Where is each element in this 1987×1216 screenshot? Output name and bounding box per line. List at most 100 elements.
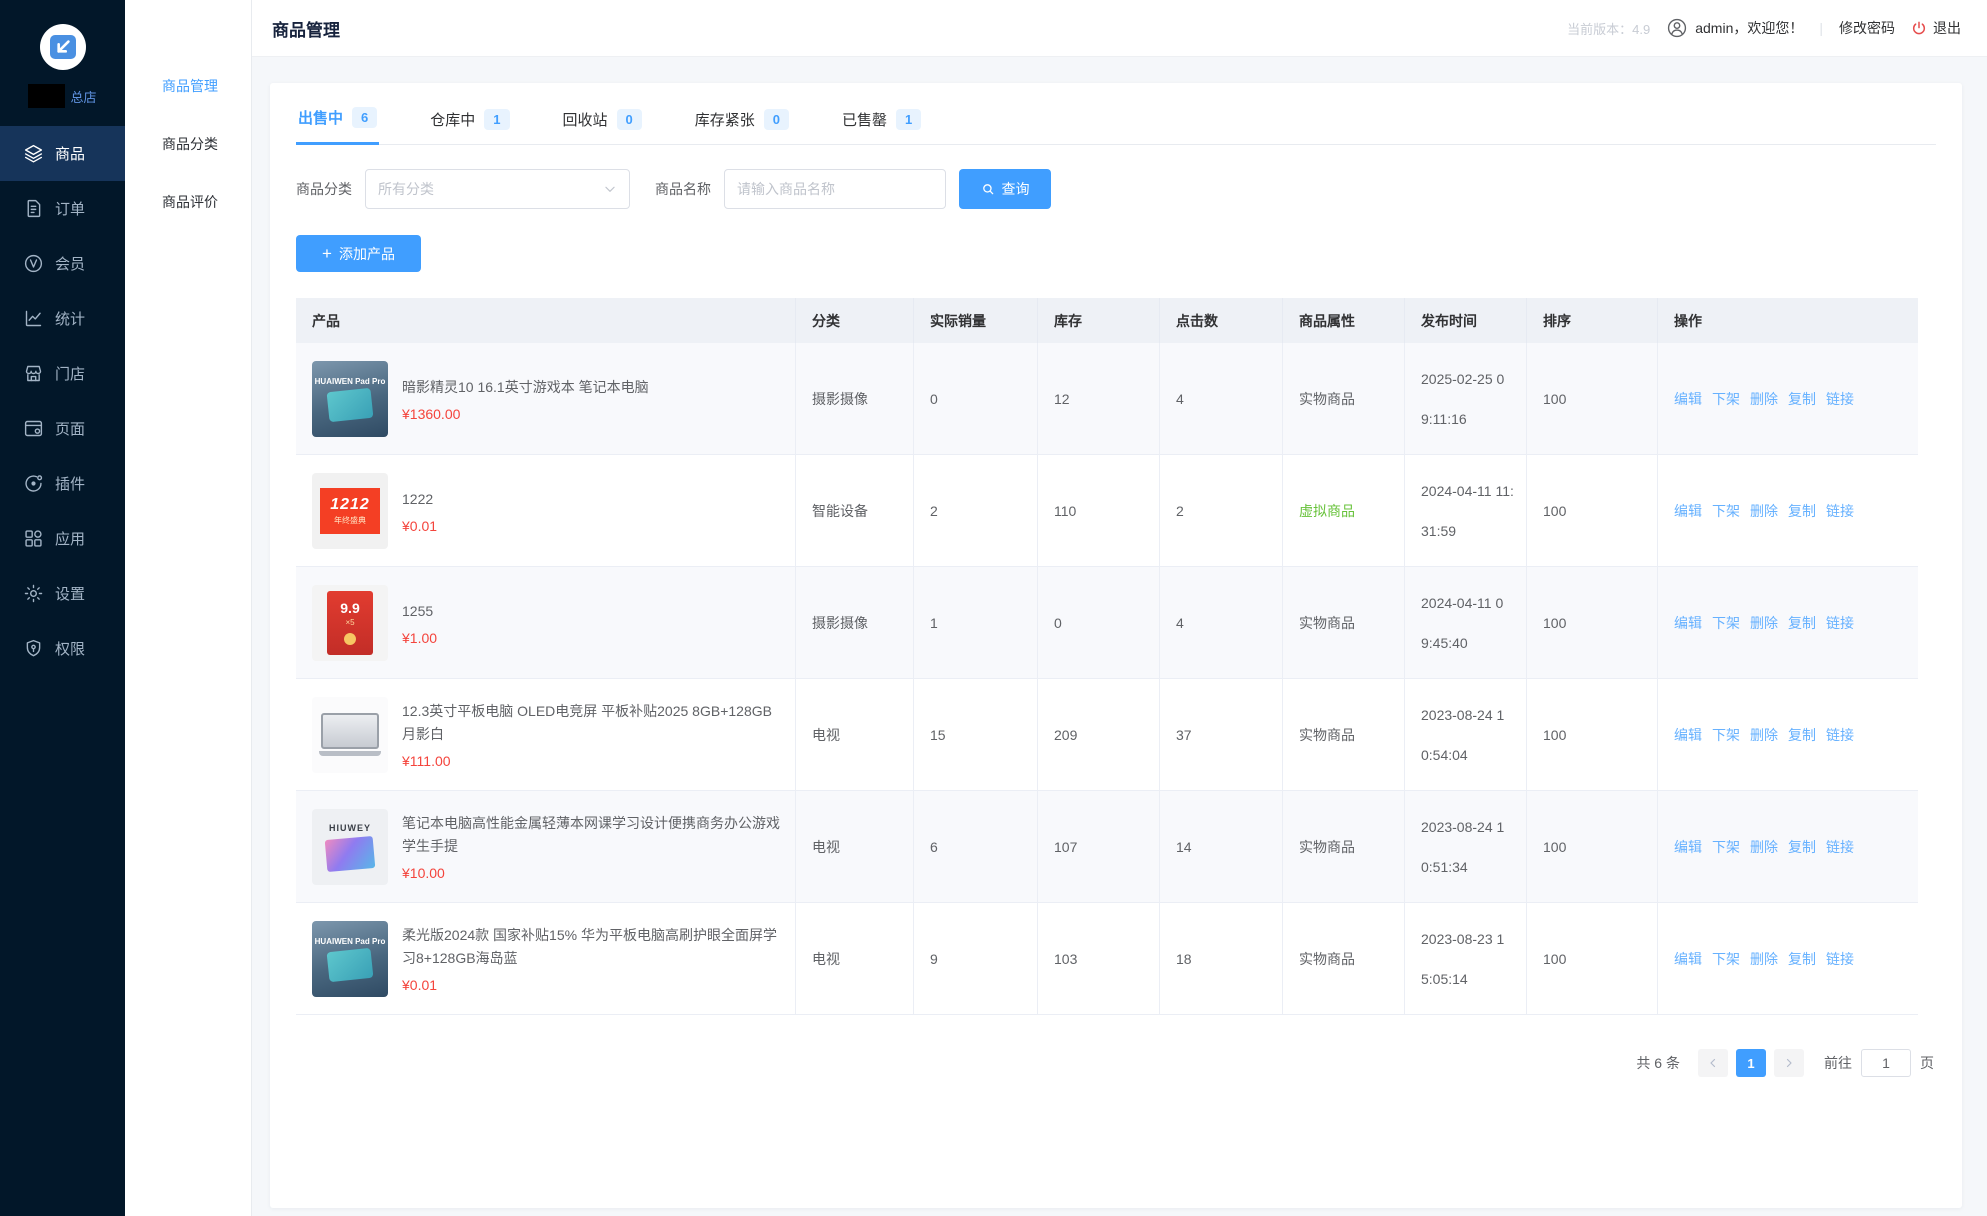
- row-action-0[interactable]: 编辑: [1674, 837, 1702, 857]
- app-logo: [0, 0, 125, 70]
- attribute-cell: 实物商品: [1283, 567, 1405, 678]
- category-cell: 电视: [796, 903, 914, 1014]
- row-action-2[interactable]: 删除: [1750, 949, 1778, 969]
- publish-date: 2024-04-11 11:: [1421, 483, 1514, 499]
- permissions-icon: [23, 638, 44, 659]
- row-action-4[interactable]: 链接: [1826, 389, 1854, 409]
- publish-time: 9:11:16: [1421, 411, 1467, 427]
- submenu-item-2[interactable]: 商品评价: [125, 173, 251, 231]
- user-menu[interactable]: admin，欢迎您！: [1666, 17, 1803, 39]
- row-action-2[interactable]: 删除: [1750, 501, 1778, 521]
- sort-cell: 100: [1527, 343, 1658, 454]
- actions-cell: 编辑下架删除复制链接: [1658, 791, 1918, 902]
- row-action-0[interactable]: 编辑: [1674, 389, 1702, 409]
- category-filter-label: 商品分类: [296, 179, 352, 199]
- products-table: 产品分类实际销量库存点击数商品属性发布时间排序操作 HUAIWEN Pad Pr…: [296, 298, 1918, 1015]
- sidebar-item-label: 会员: [55, 253, 85, 274]
- prev-page-button[interactable]: [1698, 1049, 1728, 1077]
- product-price: ¥0.01: [402, 518, 437, 534]
- apps-icon: [23, 528, 44, 549]
- product-thumbnail: 1212年终盛典: [312, 473, 388, 549]
- stock-cell: 110: [1038, 455, 1160, 566]
- tab-3[interactable]: 库存紧张0: [693, 101, 791, 145]
- sales-cell: 9: [914, 903, 1038, 1014]
- attribute-cell: 虚拟商品: [1283, 455, 1405, 566]
- store-selector[interactable]: 总店: [0, 70, 125, 126]
- sidebar-item-label: 统计: [55, 308, 85, 329]
- submenu-item-1[interactable]: 商品分类: [125, 115, 251, 173]
- category-select[interactable]: 所有分类: [365, 169, 630, 209]
- sidebar-item-permissions[interactable]: 权限: [0, 621, 125, 676]
- row-action-3[interactable]: 复制: [1788, 501, 1816, 521]
- row-action-3[interactable]: 复制: [1788, 837, 1816, 857]
- row-action-1[interactable]: 下架: [1712, 501, 1740, 521]
- sidebar-item-label: 订单: [55, 198, 85, 219]
- publish-time: 0:54:04: [1421, 747, 1468, 763]
- sidebar-item-label: 应用: [55, 528, 85, 549]
- row-action-0[interactable]: 编辑: [1674, 949, 1702, 969]
- logout-button[interactable]: 退出: [1911, 18, 1961, 38]
- publish-date: 2023-08-24 1: [1421, 707, 1504, 723]
- sidebar-item-orders[interactable]: 订单: [0, 181, 125, 236]
- row-action-4[interactable]: 链接: [1826, 725, 1854, 745]
- sidebar-item-products[interactable]: 商品: [0, 126, 125, 181]
- row-action-4[interactable]: 链接: [1826, 837, 1854, 857]
- submenu-item-0[interactable]: 商品管理: [125, 57, 251, 115]
- chevron-left-icon: [1707, 1057, 1719, 1069]
- tab-count-badge: 1: [484, 109, 509, 130]
- tab-2[interactable]: 回收站0: [561, 101, 644, 145]
- tab-0[interactable]: 出售中6: [296, 101, 379, 145]
- publish-time: 9:45:40: [1421, 635, 1468, 651]
- row-action-2[interactable]: 删除: [1750, 389, 1778, 409]
- column-header-4: 点击数: [1160, 298, 1283, 343]
- add-product-button[interactable]: + 添加产品: [296, 235, 421, 272]
- row-action-4[interactable]: 链接: [1826, 501, 1854, 521]
- row-action-2[interactable]: 删除: [1750, 613, 1778, 633]
- row-action-2[interactable]: 删除: [1750, 725, 1778, 745]
- attribute-cell: 实物商品: [1283, 343, 1405, 454]
- row-action-0[interactable]: 编辑: [1674, 501, 1702, 521]
- sidebar-item-pages[interactable]: 页面: [0, 401, 125, 456]
- goto-page-input[interactable]: [1861, 1049, 1911, 1077]
- next-page-button[interactable]: [1774, 1049, 1804, 1077]
- sidebar-item-settings[interactable]: 设置: [0, 566, 125, 621]
- page-number-current[interactable]: 1: [1736, 1049, 1766, 1077]
- sidebar-item-stores[interactable]: 门店: [0, 346, 125, 401]
- stock-cell: 0: [1038, 567, 1160, 678]
- row-action-4[interactable]: 链接: [1826, 949, 1854, 969]
- tab-4[interactable]: 已售罄1: [840, 101, 923, 145]
- row-action-1[interactable]: 下架: [1712, 837, 1740, 857]
- sidebar-item-plugins[interactable]: 插件: [0, 456, 125, 511]
- search-button[interactable]: 查询: [959, 169, 1051, 209]
- row-action-1[interactable]: 下架: [1712, 613, 1740, 633]
- row-action-1[interactable]: 下架: [1712, 725, 1740, 745]
- row-action-3[interactable]: 复制: [1788, 725, 1816, 745]
- sidebar-item-apps[interactable]: 应用: [0, 511, 125, 566]
- row-action-3[interactable]: 复制: [1788, 613, 1816, 633]
- row-action-4[interactable]: 链接: [1826, 613, 1854, 633]
- product-name-input[interactable]: [724, 169, 946, 209]
- row-action-0[interactable]: 编辑: [1674, 613, 1702, 633]
- sidebar-item-members[interactable]: 会员: [0, 236, 125, 291]
- actions-cell: 编辑下架删除复制链接: [1658, 343, 1918, 454]
- change-password-link[interactable]: 修改密码: [1839, 18, 1895, 38]
- name-filter-label: 商品名称: [655, 179, 711, 199]
- row-action-3[interactable]: 复制: [1788, 949, 1816, 969]
- stores-icon: [23, 363, 44, 384]
- members-icon: [23, 253, 44, 274]
- product-thumbnail: [312, 697, 388, 773]
- page-unit-label: 页: [1920, 1053, 1934, 1073]
- row-action-1[interactable]: 下架: [1712, 949, 1740, 969]
- product-price: ¥0.01: [402, 977, 785, 993]
- tab-label: 出售中: [298, 107, 343, 128]
- row-action-3[interactable]: 复制: [1788, 389, 1816, 409]
- primary-sidebar: 总店 商品订单会员统计门店页面插件应用设置权限: [0, 0, 125, 1216]
- category-cell: 电视: [796, 679, 914, 790]
- orders-icon: [23, 198, 44, 219]
- row-action-0[interactable]: 编辑: [1674, 725, 1702, 745]
- sidebar-item-stats[interactable]: 统计: [0, 291, 125, 346]
- row-action-2[interactable]: 删除: [1750, 837, 1778, 857]
- tab-1[interactable]: 仓库中1: [428, 101, 511, 145]
- content-card: 出售中6仓库中1回收站0库存紧张0已售罄1 商品分类 所有分类 商品名称 查询 …: [270, 83, 1962, 1208]
- row-action-1[interactable]: 下架: [1712, 389, 1740, 409]
